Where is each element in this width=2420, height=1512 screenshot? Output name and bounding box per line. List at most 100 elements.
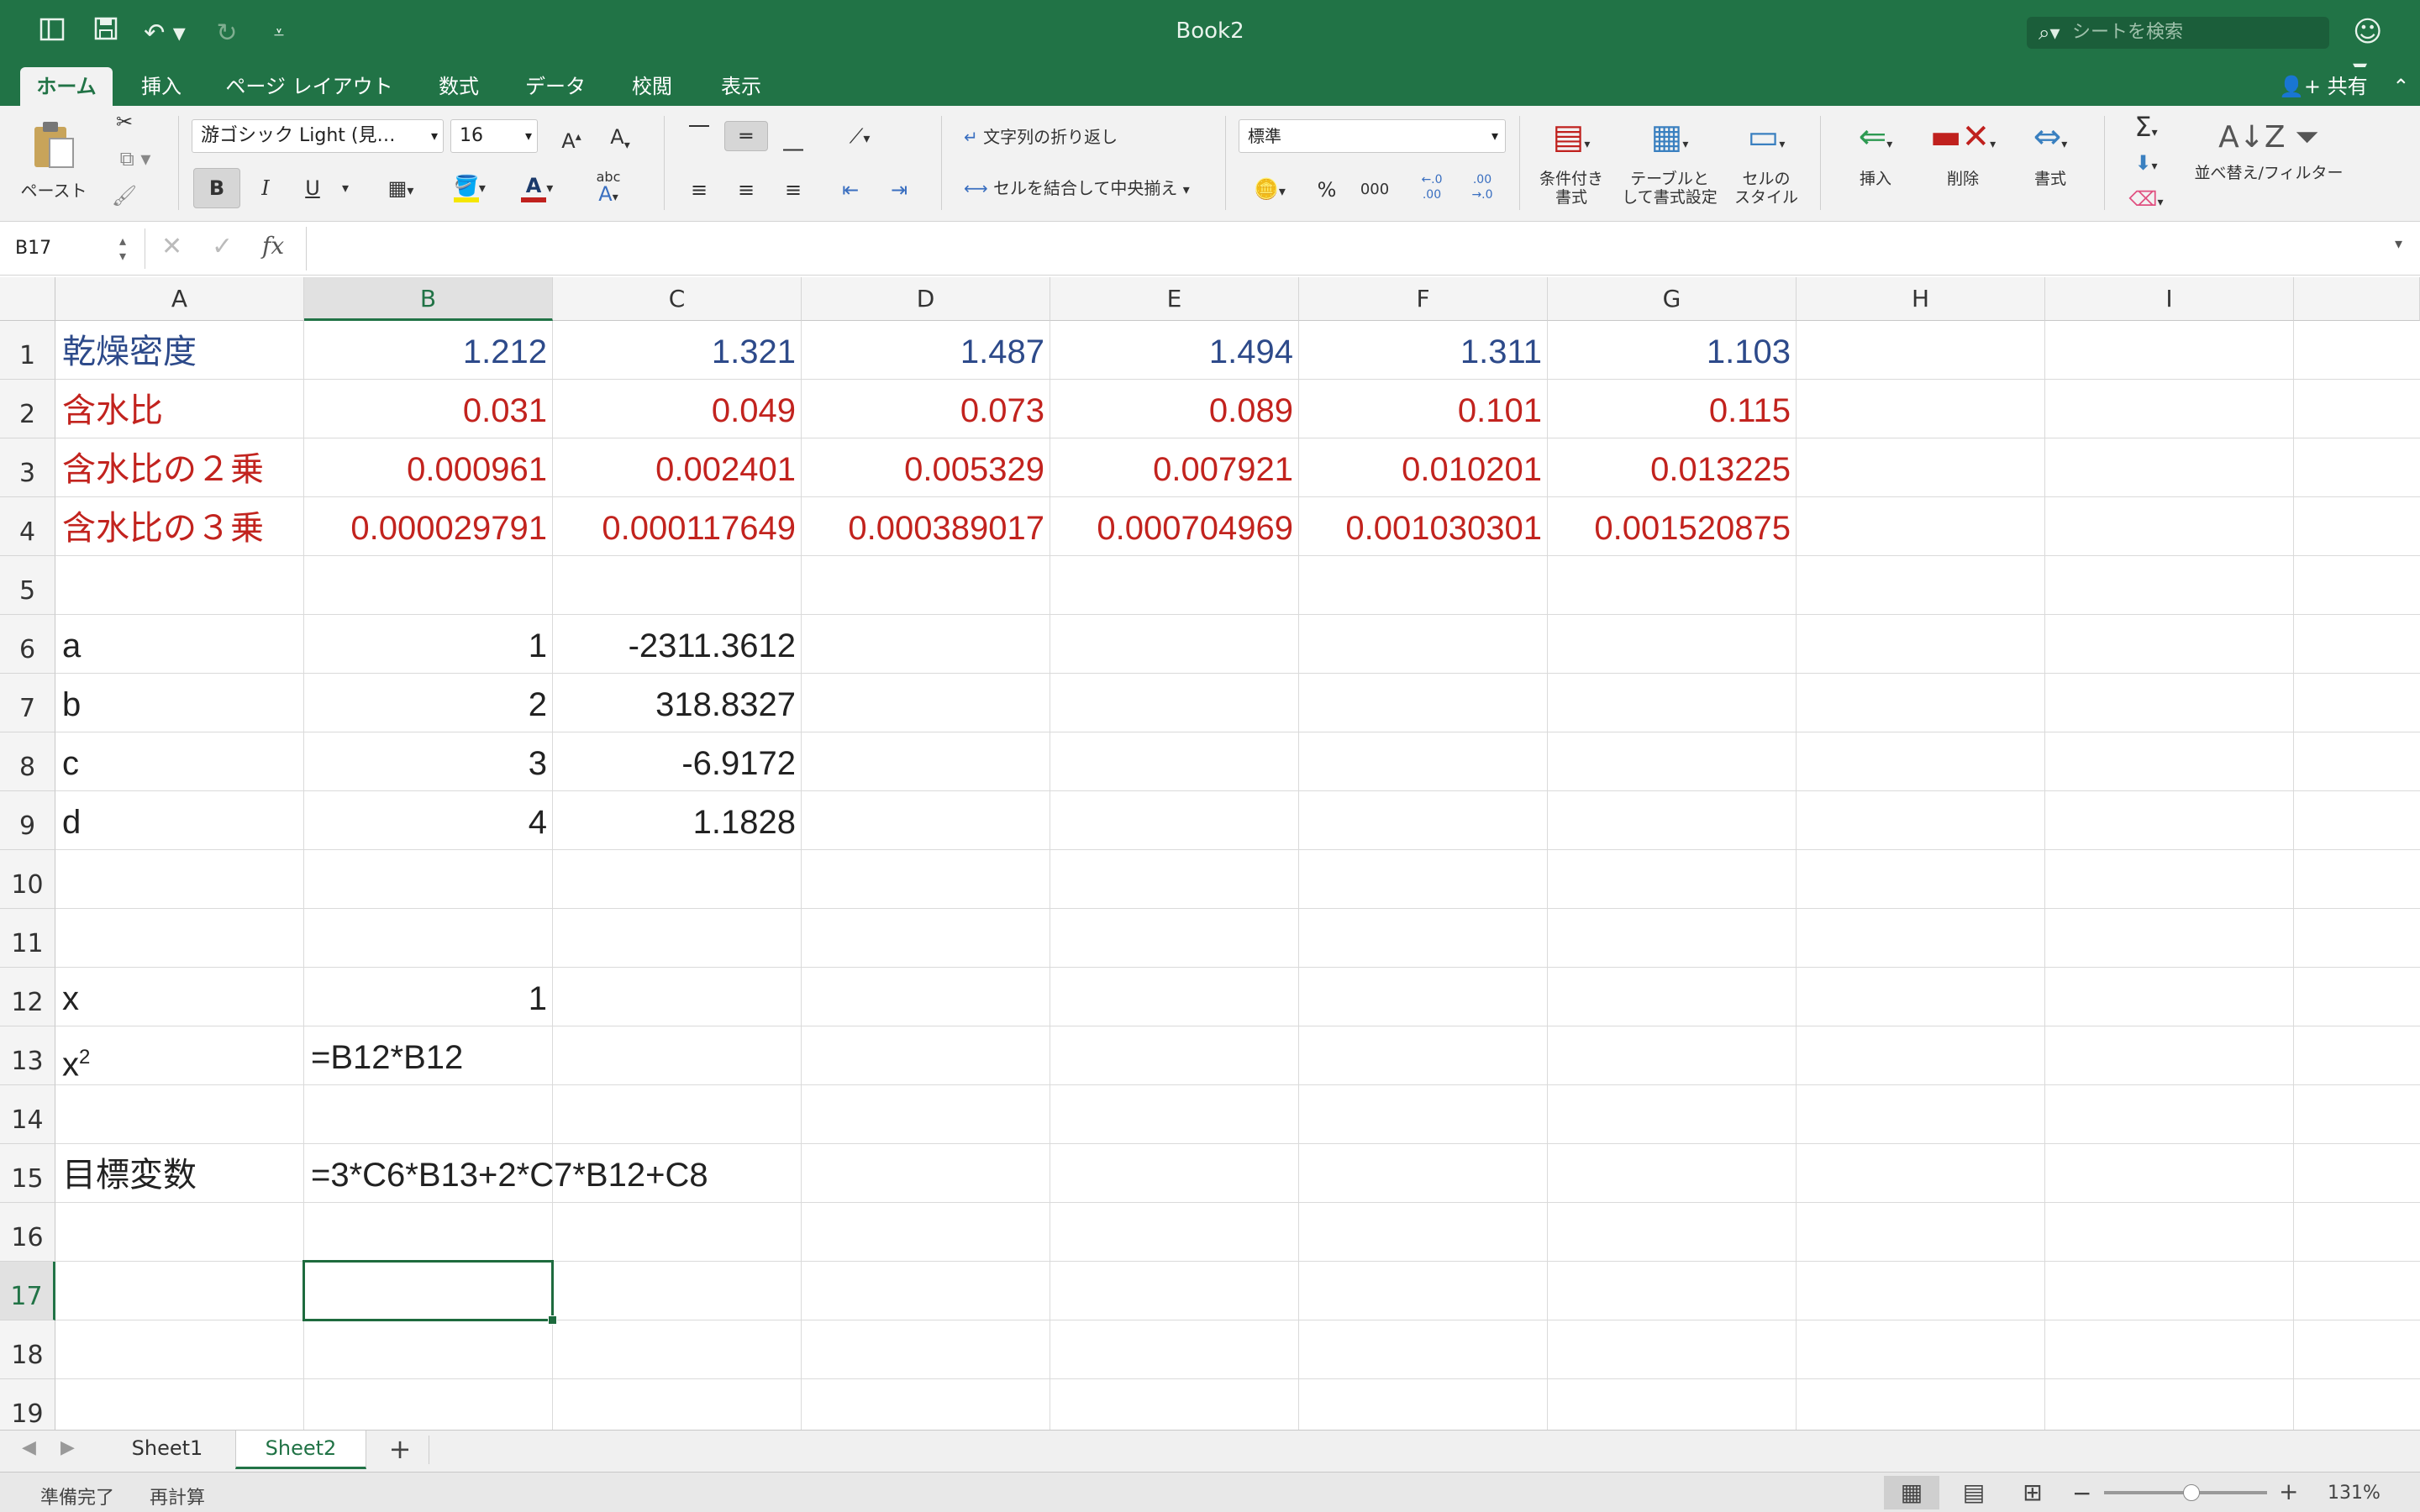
row-header-7[interactable]: 7 [0, 674, 55, 732]
italic-button[interactable]: I [244, 168, 287, 208]
cell-a3[interactable]: 含水比の２乗 [55, 438, 303, 497]
cancel-icon[interactable]: ✕ [161, 232, 182, 261]
cell-b3[interactable]: 0.000961 [304, 438, 552, 497]
page-layout-view-icon[interactable]: ▤ [1946, 1476, 2002, 1509]
formula-input[interactable] [319, 230, 2386, 267]
row-header-9[interactable]: 9 [0, 791, 55, 850]
tab-formulas[interactable]: 数式 [424, 67, 494, 106]
row-header-4[interactable]: 4 [0, 497, 55, 556]
row-header-18[interactable]: 18 [0, 1320, 55, 1379]
cell-b9[interactable]: 4 [304, 791, 552, 850]
phonetic-guide-button[interactable]: abc A▾ [575, 168, 642, 208]
increase-decimal-icon[interactable]: ←.0.00 [1408, 171, 1455, 208]
decrease-decimal-icon[interactable]: .00 →.0 [1459, 171, 1506, 208]
increase-indent-icon[interactable]: ⇥ [877, 173, 921, 207]
cell-a15[interactable]: 目標変数 [55, 1144, 303, 1203]
column-header-c[interactable]: C [553, 277, 802, 321]
row-header-13[interactable]: 13 [0, 1026, 55, 1085]
sheet-tab-sheet1[interactable]: Sheet1 [104, 1431, 230, 1469]
font-name-dropdown[interactable]: 游ゴシック Light (見… ▾ [192, 119, 444, 153]
comma-style-button[interactable]: 000 [1351, 171, 1398, 208]
cell-a9[interactable]: d [55, 791, 303, 850]
row-header-10[interactable]: 10 [0, 850, 55, 909]
tab-review[interactable]: 校閲 [617, 67, 687, 106]
cell-d4[interactable]: 0.000389017 [802, 497, 1050, 556]
cell-b8[interactable]: 3 [304, 732, 552, 791]
align-center-icon[interactable]: ≡ [724, 173, 768, 207]
add-sheet-icon[interactable]: + [383, 1434, 417, 1464]
text-orientation-icon[interactable]: ⟋▾ [829, 121, 891, 151]
align-middle-icon[interactable]: ═ [724, 121, 768, 151]
clear-eraser-icon[interactable]: ⌫▾ [2121, 181, 2171, 215]
row-header-16[interactable]: 16 [0, 1203, 55, 1262]
cell-e3[interactable]: 0.007921 [1050, 438, 1298, 497]
copy-icon[interactable]: ⧉ ▾ [106, 146, 165, 178]
column-header-i[interactable]: I [2045, 277, 2294, 321]
status-recalc[interactable]: 再計算 [150, 1483, 205, 1509]
column-header-b[interactable]: B [304, 277, 553, 321]
cell-c3[interactable]: 0.002401 [553, 438, 801, 497]
active-cell-selection[interactable] [302, 1260, 557, 1325]
row-header-12[interactable]: 12 [0, 968, 55, 1026]
cell-c2[interactable]: 0.049 [553, 380, 801, 438]
row-header-19[interactable]: 19 [0, 1379, 55, 1430]
column-header-d[interactable]: D [802, 277, 1050, 321]
cell-b6[interactable]: 1 [304, 615, 552, 674]
fill-down-icon[interactable]: ⬇▾ [2121, 146, 2171, 178]
cell-a1[interactable]: 乾燥密度 [55, 321, 303, 380]
cell-g2[interactable]: 0.115 [1548, 380, 1796, 438]
autosum-icon[interactable]: Σ▾ [2121, 109, 2171, 143]
sheet-tab-sheet2[interactable]: Sheet2 [235, 1431, 366, 1469]
align-bottom-icon[interactable]: ⎽ [771, 121, 815, 151]
row-header-1[interactable]: 1 [0, 321, 55, 380]
tab-page-layout[interactable]: ページ レイアウト [217, 67, 402, 106]
row-header-8[interactable]: 8 [0, 732, 55, 791]
row-header-17[interactable]: 17 [0, 1262, 55, 1320]
cell-f1[interactable]: 1.311 [1299, 321, 1547, 380]
cell-g4[interactable]: 0.001520875 [1548, 497, 1796, 556]
font-color-icon[interactable]: A ▾ [508, 168, 566, 208]
conditional-formatting-button[interactable]: ▤▾ 条件付き 書式 [1531, 111, 1612, 215]
tab-data[interactable]: データ [513, 67, 598, 106]
paste-button[interactable]: ペースト [12, 114, 96, 213]
row-header-14[interactable]: 14 [0, 1085, 55, 1144]
cell-b15[interactable]: =3*C6*B13+2*C7*B12+C8 [304, 1144, 708, 1203]
column-header-f[interactable]: F [1299, 277, 1548, 321]
row-header-3[interactable]: 3 [0, 438, 55, 497]
zoom-level[interactable]: 131% [2328, 1483, 2381, 1504]
increase-font-size-icon[interactable]: A▴ [550, 119, 593, 153]
row-header-11[interactable]: 11 [0, 909, 55, 968]
cell-c6[interactable]: -2311.3612 [553, 615, 801, 674]
row-header-15[interactable]: 15 [0, 1144, 55, 1203]
align-left-icon[interactable]: ≡ [677, 173, 721, 207]
fill-color-icon[interactable]: 🪣▾ [439, 168, 501, 208]
cell-c7[interactable]: 318.8327 [553, 674, 801, 732]
align-top-icon[interactable]: ⎺ [677, 121, 721, 151]
share-button[interactable]: 👤+ 共有 ⌃ [2279, 67, 2409, 106]
row-header-2[interactable]: 2 [0, 380, 55, 438]
tab-insert[interactable]: 挿入 [126, 67, 197, 106]
insert-function-icon[interactable]: fx [262, 232, 284, 260]
format-painter-icon[interactable]: 🖌 [106, 183, 143, 215]
expand-formula-bar-icon[interactable]: ▾ [2395, 235, 2402, 253]
cell-b12[interactable]: 1 [304, 968, 552, 1026]
name-box-stepper-icon[interactable]: ▴ ▾ [119, 234, 126, 264]
zoom-in-icon[interactable]: + [2279, 1478, 2298, 1505]
cell-g1[interactable]: 1.103 [1548, 321, 1796, 380]
insert-cells-button[interactable]: ⇐▾ 挿入 [1835, 111, 1916, 215]
wrap-text-button[interactable]: ↵ 文字列の折り返し [963, 121, 1139, 153]
underline-button[interactable]: U [291, 168, 334, 208]
number-format-dropdown[interactable]: 標準 ▾ [1239, 119, 1506, 153]
enter-check-icon[interactable]: ✓ [212, 232, 233, 261]
cell-c1[interactable]: 1.321 [553, 321, 801, 380]
cell-c4[interactable]: 0.000117649 [553, 497, 801, 556]
sort-filter-button[interactable]: A↓Z ⏷ 並べ替え/フィルター [2185, 111, 2353, 215]
cell-a6[interactable]: a [55, 615, 303, 674]
row-header-6[interactable]: 6 [0, 615, 55, 674]
column-header-overflow[interactable] [2294, 277, 2420, 321]
cell-b13[interactable]: =B12*B12 [304, 1026, 552, 1085]
cell-g3[interactable]: 0.013225 [1548, 438, 1796, 497]
cell-a4[interactable]: 含水比の３乗 [55, 497, 303, 556]
tab-view[interactable]: 表示 [706, 67, 776, 106]
cell-f3[interactable]: 0.010201 [1299, 438, 1547, 497]
